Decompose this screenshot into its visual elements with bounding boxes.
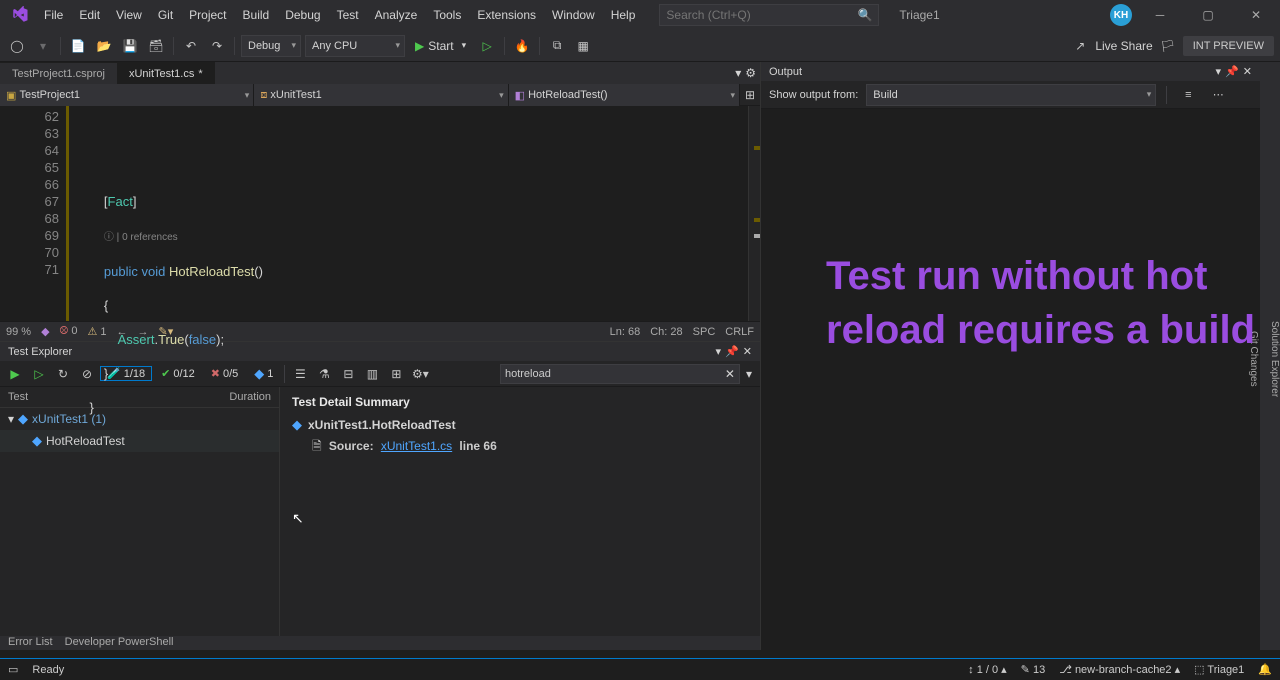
tab-xunittest1[interactable]: xUnitTest1.cs xyxy=(117,62,215,84)
output-source-dropdown[interactable]: Build xyxy=(866,84,1156,106)
menu-project[interactable]: Project xyxy=(181,3,234,27)
menu-debug[interactable]: Debug xyxy=(277,3,328,27)
code-area[interactable]: [Fact] ⓘ | 0 references public void HotR… xyxy=(75,106,748,321)
editor-navbar: ▣ TestProject1 ⧈ xUnitTest1 ◧ HotReloadT… xyxy=(0,84,760,106)
titlebar: File Edit View Git Project Build Debug T… xyxy=(0,0,1280,30)
save-all-icon[interactable]: 🗃 xyxy=(145,35,167,57)
config-grid-icon[interactable]: ▦ xyxy=(572,35,594,57)
menu-window[interactable]: Window xyxy=(544,3,603,27)
bottom-tab-strip: Error List Developer PowerShell xyxy=(0,636,760,650)
status-branch[interactable]: ⎇ new-branch-cache2 ▴ xyxy=(1059,663,1180,676)
output-title: Output ▾📌✕ xyxy=(761,62,1260,81)
nav-fwd-icon[interactable]: ▾ xyxy=(32,35,54,57)
panel-close-icon[interactable]: ✕ xyxy=(1243,65,1252,78)
status-selection[interactable]: ↕ 1 / 0 ▴ xyxy=(968,663,1007,676)
tab-settings-icon[interactable]: ⚙ xyxy=(745,66,756,80)
status-notifications-icon[interactable]: 🔔 xyxy=(1258,663,1272,676)
toggle-wrap-icon[interactable]: ⋯ xyxy=(1207,84,1229,106)
run-test-icon[interactable]: ▷ xyxy=(28,363,50,385)
vs-logo-icon xyxy=(10,5,30,25)
document-tabs: TestProject1.csproj xUnitTest1.cs ▾ ⚙ xyxy=(0,62,760,84)
int-preview-badge: INT PREVIEW xyxy=(1183,36,1274,56)
search-icon: 🔍 xyxy=(857,8,872,22)
output-body[interactable]: Test run without hot reload requires a b… xyxy=(761,109,1260,650)
solution-name: Triage1 xyxy=(899,8,939,22)
clear-output-icon[interactable]: ≡ xyxy=(1177,84,1199,106)
platform-dropdown[interactable]: Any CPU xyxy=(305,35,405,57)
hot-reload-icon[interactable]: 🔥 xyxy=(511,35,533,57)
start-no-debug-icon[interactable]: ▷ xyxy=(476,35,498,57)
run-all-tests-icon[interactable]: ▶ xyxy=(4,363,26,385)
maximize-button[interactable]: ▢ xyxy=(1188,1,1228,29)
tab-overflow-icon[interactable]: ▾ xyxy=(735,66,741,80)
save-icon[interactable]: 💾 xyxy=(119,35,141,57)
split-editor-icon[interactable]: ⊞ xyxy=(740,84,760,106)
side-rail: Solution Explorer Git Changes xyxy=(1260,62,1280,650)
line-gutter: 62636465666768697071 xyxy=(0,106,75,321)
menu-extensions[interactable]: Extensions xyxy=(469,3,544,27)
output-toolbar: Show output from: Build ≡ ⋯ xyxy=(761,81,1260,109)
repeat-tests-icon[interactable]: ↻ xyxy=(52,363,74,385)
redo-icon[interactable]: ↷ xyxy=(206,35,228,57)
nav-back-icon[interactable]: ◯ xyxy=(6,35,28,57)
status-repo[interactable]: ⬚ Triage1 xyxy=(1194,663,1244,676)
output-from-label: Show output from: xyxy=(769,89,858,101)
menu-file[interactable]: File xyxy=(36,3,71,27)
status-build-icon[interactable]: ▭ xyxy=(8,663,18,676)
menu-git[interactable]: Git xyxy=(150,3,181,27)
panel-pin-icon[interactable]: 📌 xyxy=(1225,65,1239,78)
tab-error-list[interactable]: Error List xyxy=(8,636,53,648)
new-item-icon[interactable]: 📄 xyxy=(67,35,89,57)
menu-tools[interactable]: Tools xyxy=(425,3,469,27)
browser-link-icon[interactable]: ⧉ xyxy=(546,35,568,57)
code-editor[interactable]: 62636465666768697071 [Fact] ⓘ | 0 refere… xyxy=(0,106,760,321)
menu-test[interactable]: Test xyxy=(329,3,367,27)
user-avatar[interactable]: KH xyxy=(1110,4,1132,26)
start-label: Start xyxy=(428,39,453,53)
output-panel: Output ▾📌✕ Show output from: Build ≡ ⋯ T… xyxy=(760,62,1260,650)
feedback-icon[interactable]: 🏳 xyxy=(1157,35,1179,57)
menu-build[interactable]: Build xyxy=(235,3,278,27)
nav-class-dropdown[interactable]: ⧈ xUnitTest1 xyxy=(254,84,508,106)
main-toolbar: ◯ ▾ 📄 📂 💾 🗃 ↶ ↷ Debug Any CPU ▶ Start ▾ … xyxy=(0,30,1280,62)
close-button[interactable]: ✕ xyxy=(1236,1,1276,29)
nav-member-dropdown[interactable]: ◧ HotReloadTest() xyxy=(509,84,740,106)
play-icon: ▶ xyxy=(415,39,424,53)
tab-dev-powershell[interactable]: Developer PowerShell xyxy=(65,636,174,648)
status-column[interactable]: ✎ 13 xyxy=(1021,663,1046,676)
tab-csproj[interactable]: TestProject1.csproj xyxy=(0,62,117,84)
open-icon[interactable]: 📂 xyxy=(93,35,115,57)
menubar: File Edit View Git Project Build Debug T… xyxy=(36,3,643,27)
liveshare-icon[interactable]: ↗ xyxy=(1069,35,1091,57)
search-box[interactable]: 🔍 xyxy=(659,4,879,26)
zoom-level[interactable]: 99 % xyxy=(6,326,31,338)
menu-help[interactable]: Help xyxy=(603,3,644,27)
health-icon[interactable]: ◆ xyxy=(41,325,49,338)
liveshare-label[interactable]: Live Share xyxy=(1095,39,1152,53)
minimize-button[interactable]: ─ xyxy=(1140,1,1180,29)
config-dropdown[interactable]: Debug xyxy=(241,35,301,57)
menu-edit[interactable]: Edit xyxy=(71,3,108,27)
panel-dropdown-icon[interactable]: ▾ xyxy=(1216,65,1222,78)
menu-analyze[interactable]: Analyze xyxy=(367,3,426,27)
nav-project-dropdown[interactable]: ▣ TestProject1 xyxy=(0,84,254,106)
status-ready: Ready xyxy=(32,664,64,676)
annotation-overlay: Test run without hot reload requires a b… xyxy=(826,249,1260,357)
menu-view[interactable]: View xyxy=(108,3,150,27)
statusbar: ▭ Ready ↕ 1 / 0 ▴ ✎ 13 ⎇ new-branch-cach… xyxy=(0,658,1280,680)
undo-icon[interactable]: ↶ xyxy=(180,35,202,57)
start-button[interactable]: ▶ Start ▾ xyxy=(409,35,472,57)
search-input[interactable] xyxy=(666,8,857,22)
editor-minimap[interactable] xyxy=(748,106,760,321)
rail-solution-explorer[interactable]: Solution Explorer xyxy=(1269,321,1280,397)
